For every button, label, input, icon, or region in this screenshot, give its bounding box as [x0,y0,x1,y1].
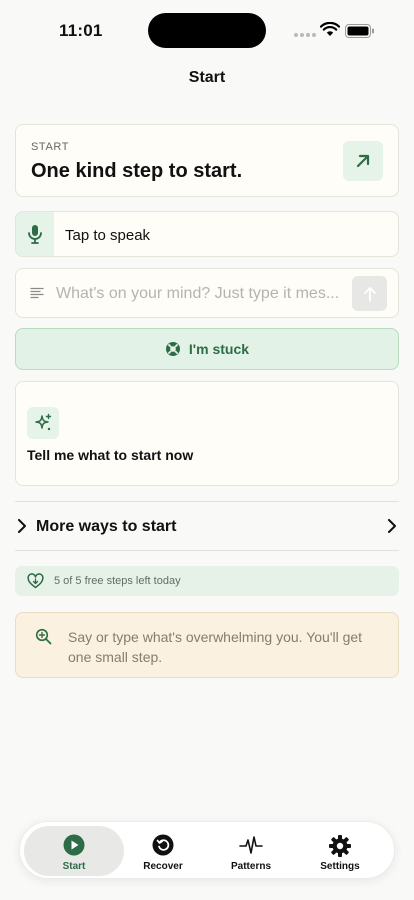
more-ways-label: More ways to start [36,518,177,535]
tab-recover-label: Recover [143,861,183,872]
divider-bottom [15,550,399,551]
heart-icon [27,573,44,589]
lifebuoy-icon [165,342,180,356]
send-button[interactable] [352,276,387,311]
undo-icon [152,834,174,856]
start-kicker: START [31,141,70,153]
arrow-up-right-icon [356,154,370,168]
open-step-button[interactable] [343,141,383,181]
gear-icon [329,835,351,857]
cellular-signal-icon [294,33,316,37]
tab-start-label: Start [62,861,86,872]
status-bar: 11:01 [0,0,414,60]
start-heading: One kind step to start. [31,160,243,182]
tab-patterns-label: Patterns [230,861,271,872]
start-card: START One kind step to start. [15,124,399,197]
tell-me-what-to-start-button[interactable]: Tell me what to start now [15,381,399,486]
arrow-up-icon [363,286,376,302]
wifi-icon [320,22,340,36]
mic-button[interactable] [16,212,54,256]
page-title: Start [188,69,226,86]
microphone-icon [28,225,42,244]
free-steps-banner: 5 of 5 free steps left today [15,566,399,596]
message-input-card [15,268,399,318]
battery-icon [345,24,374,38]
hint-card: Say or type what's overwhelming you. You… [15,612,399,678]
message-input[interactable] [56,281,350,307]
zoom-in-icon [35,628,52,645]
free-steps-text: 5 of 5 free steps left today [54,575,181,587]
tab-recover[interactable]: Recover [113,826,213,876]
play-icon [63,834,85,856]
tab-bar: Start Recover Patterns Settings [19,821,395,879]
im-stuck-button[interactable]: I'm stuck [15,328,399,370]
tab-start[interactable]: Start [24,826,124,876]
chevron-right-icon [388,519,396,533]
hint-text: Say or type what's overwhelming you. You… [68,629,363,665]
tell-me-label: Tell me what to start now [27,447,194,463]
tab-settings[interactable]: Settings [290,826,390,876]
tab-patterns[interactable]: Patterns [201,826,301,876]
tap-to-speak-button[interactable]: Tap to speak [15,211,399,257]
tab-settings-label: Settings [320,861,360,872]
sparkle-icon [35,413,52,431]
status-time: 11:01 [59,21,103,40]
im-stuck-label: I'm stuck [188,341,250,357]
sparkle-badge [27,407,59,439]
chevron-right-icon [18,519,26,533]
dynamic-island [148,13,266,48]
pulse-icon [239,836,263,854]
tap-to-speak-label: Tap to speak [65,227,151,244]
text-lines-icon [30,287,44,299]
more-ways-to-start-row[interactable]: More ways to start [15,502,399,550]
